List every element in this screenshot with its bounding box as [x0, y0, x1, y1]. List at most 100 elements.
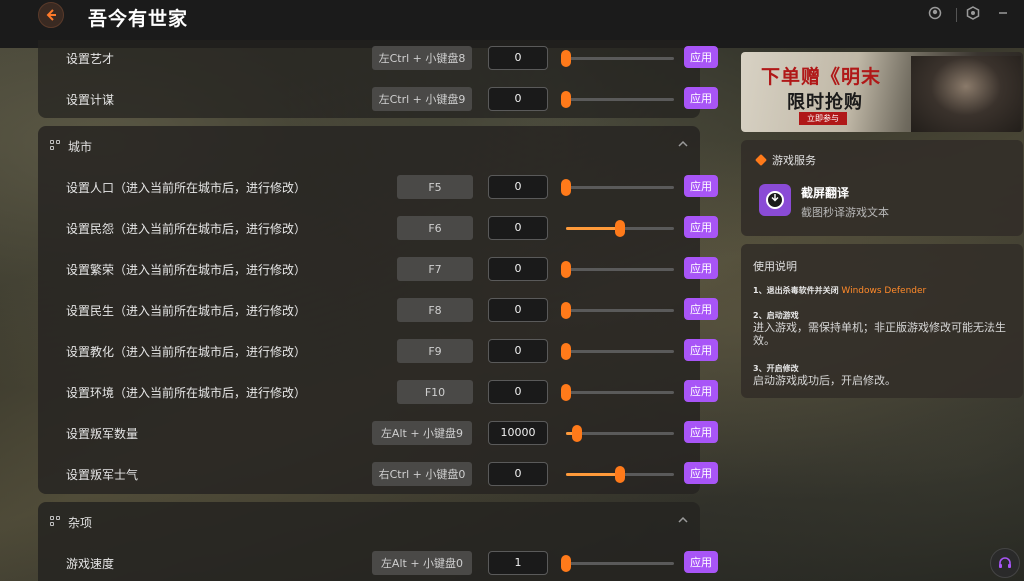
- setting-row: 游戏速度 左Alt + 小键盘0 1 应用: [66, 551, 718, 577]
- value-slider[interactable]: [561, 179, 674, 196]
- value-slider[interactable]: [561, 555, 674, 572]
- apply-button[interactable]: 应用: [684, 298, 718, 320]
- value-slider[interactable]: [561, 343, 674, 360]
- apply-button[interactable]: 应用: [684, 216, 718, 238]
- apply-button[interactable]: 应用: [684, 421, 718, 443]
- value-input[interactable]: 0: [488, 298, 548, 322]
- promo-subtitle: 限时抢购: [787, 92, 863, 113]
- setting-label: 设置艺才: [66, 52, 115, 66]
- game-service-panel: 游戏服务 截屏翻译 截图秒译游戏文本: [741, 140, 1023, 236]
- promo-banner[interactable]: 下单赠《明末 限时抢购 立即参与: [741, 52, 1023, 132]
- hotkey-button[interactable]: 左Alt + 小键盘9: [372, 421, 472, 445]
- value-slider[interactable]: [561, 50, 674, 67]
- value-input[interactable]: 0: [488, 87, 548, 111]
- setting-row: 设置艺才 左Ctrl + 小键盘8 0 应用: [66, 46, 718, 72]
- value-slider[interactable]: [561, 261, 674, 278]
- app-title: 吾今有世家: [88, 8, 189, 30]
- divider: [956, 8, 957, 22]
- setting-row: 设置计谋 左Ctrl + 小键盘9 0 应用: [66, 87, 718, 113]
- slider-fill: [566, 227, 620, 230]
- usage-step-3-text: 启动游戏成功后，开启修改。: [753, 374, 896, 387]
- section-title: 城市: [68, 139, 93, 154]
- service-name[interactable]: 截屏翻译: [801, 184, 849, 201]
- slider-thumb[interactable]: [615, 466, 625, 483]
- value-input[interactable]: 0: [488, 216, 548, 240]
- grid-icon: [50, 140, 62, 152]
- setting-row: 设置民怨（进入当前所在城市后，进行修改） F6 0 应用: [66, 216, 718, 242]
- setting-row: 设置民生（进入当前所在城市后，进行修改） F8 0 应用: [66, 298, 718, 324]
- apply-button[interactable]: 应用: [684, 46, 718, 68]
- usage-step-2-text: 进入游戏，需保持单机；非正版游戏修改可能无法生效。: [753, 321, 1006, 347]
- value-slider[interactable]: [561, 91, 674, 108]
- apply-button[interactable]: 应用: [684, 257, 718, 279]
- grid-icon: [50, 516, 62, 528]
- back-arrow-icon[interactable]: [38, 2, 64, 28]
- setting-label: 游戏速度: [66, 557, 115, 571]
- apply-button[interactable]: 应用: [684, 380, 718, 402]
- user-icon[interactable]: [926, 6, 944, 24]
- cube-icon: [755, 154, 767, 166]
- section-title: 杂项: [68, 515, 93, 530]
- hotkey-button[interactable]: F5: [397, 175, 473, 199]
- setting-label: 设置人口（进入当前所在城市后，进行修改）: [66, 181, 307, 195]
- slider-thumb[interactable]: [561, 179, 571, 196]
- apply-button[interactable]: 应用: [684, 175, 718, 197]
- hotkey-button[interactable]: F8: [397, 298, 473, 322]
- value-input[interactable]: 0: [488, 339, 548, 363]
- promo-cta-button[interactable]: 立即参与: [799, 112, 847, 125]
- value-input[interactable]: 0: [488, 257, 548, 281]
- slider-thumb[interactable]: [561, 343, 571, 360]
- hotkey-button[interactable]: F7: [397, 257, 473, 281]
- setting-row: 设置人口（进入当前所在城市后，进行修改） F5 0 应用: [66, 175, 718, 201]
- headset-support-icon[interactable]: [990, 548, 1020, 578]
- chevron-up-icon[interactable]: [676, 514, 690, 528]
- section-header-city[interactable]: 城市: [50, 136, 92, 156]
- hotkey-button[interactable]: F6: [397, 216, 473, 240]
- value-input[interactable]: 0: [488, 46, 548, 70]
- slider-thumb[interactable]: [561, 261, 571, 278]
- minimize-icon[interactable]: [994, 6, 1012, 24]
- slider-thumb[interactable]: [561, 50, 571, 67]
- value-input[interactable]: 0: [488, 462, 548, 486]
- value-input[interactable]: 0: [488, 380, 548, 404]
- slider-thumb[interactable]: [561, 384, 571, 401]
- value-input[interactable]: 0: [488, 175, 548, 199]
- hotkey-button[interactable]: 左Ctrl + 小键盘9: [372, 87, 472, 111]
- usage-step-2: 2、启动游戏: [753, 311, 799, 320]
- apply-button[interactable]: 应用: [684, 339, 718, 361]
- apply-button[interactable]: 应用: [684, 551, 718, 573]
- hotkey-button[interactable]: F10: [397, 380, 473, 404]
- setting-label: 设置教化（进入当前所在城市后，进行修改）: [66, 345, 307, 359]
- screenshot-translate-icon[interactable]: [759, 184, 791, 216]
- value-slider[interactable]: [566, 220, 674, 237]
- apply-button[interactable]: 应用: [684, 462, 718, 484]
- hotkey-button[interactable]: F9: [397, 339, 473, 363]
- hotkey-button[interactable]: 左Ctrl + 小键盘8: [372, 46, 472, 70]
- slider-thumb[interactable]: [561, 91, 571, 108]
- chevron-up-icon[interactable]: [676, 138, 690, 152]
- slider-fill: [566, 473, 620, 476]
- usage-step-1: 1、退出杀毒软件并关闭 Windows Defender: [753, 285, 926, 296]
- value-input[interactable]: 1: [488, 551, 548, 575]
- setting-label: 设置环境（进入当前所在城市后，进行修改）: [66, 386, 307, 400]
- setting-row: 设置叛军数量 左Alt + 小键盘9 10000 应用: [66, 421, 718, 447]
- value-slider[interactable]: [566, 425, 674, 442]
- value-slider[interactable]: [561, 384, 674, 401]
- value-slider[interactable]: [566, 466, 674, 483]
- setting-label: 设置民生（进入当前所在城市后，进行修改）: [66, 304, 307, 318]
- hotkey-button[interactable]: 左Alt + 小键盘0: [372, 551, 472, 575]
- usage-step-1-text: 1、退出杀毒软件并关闭: [753, 286, 839, 295]
- settings-icon[interactable]: [964, 6, 982, 24]
- value-input[interactable]: 10000: [488, 421, 548, 445]
- slider-thumb[interactable]: [615, 220, 625, 237]
- setting-label: 设置民怨（进入当前所在城市后，进行修改）: [66, 222, 307, 236]
- slider-thumb[interactable]: [561, 302, 571, 319]
- slider-thumb[interactable]: [561, 555, 571, 572]
- slider-thumb[interactable]: [571, 425, 582, 442]
- misc-section: 杂项 游戏速度 左Alt + 小键盘0 1 应用: [38, 502, 718, 581]
- apply-button[interactable]: 应用: [684, 87, 718, 109]
- hotkey-button[interactable]: 右Ctrl + 小键盘0: [372, 462, 472, 486]
- section-header-misc[interactable]: 杂项: [50, 512, 92, 532]
- value-slider[interactable]: [561, 302, 674, 319]
- setting-label: 设置计谋: [66, 93, 115, 107]
